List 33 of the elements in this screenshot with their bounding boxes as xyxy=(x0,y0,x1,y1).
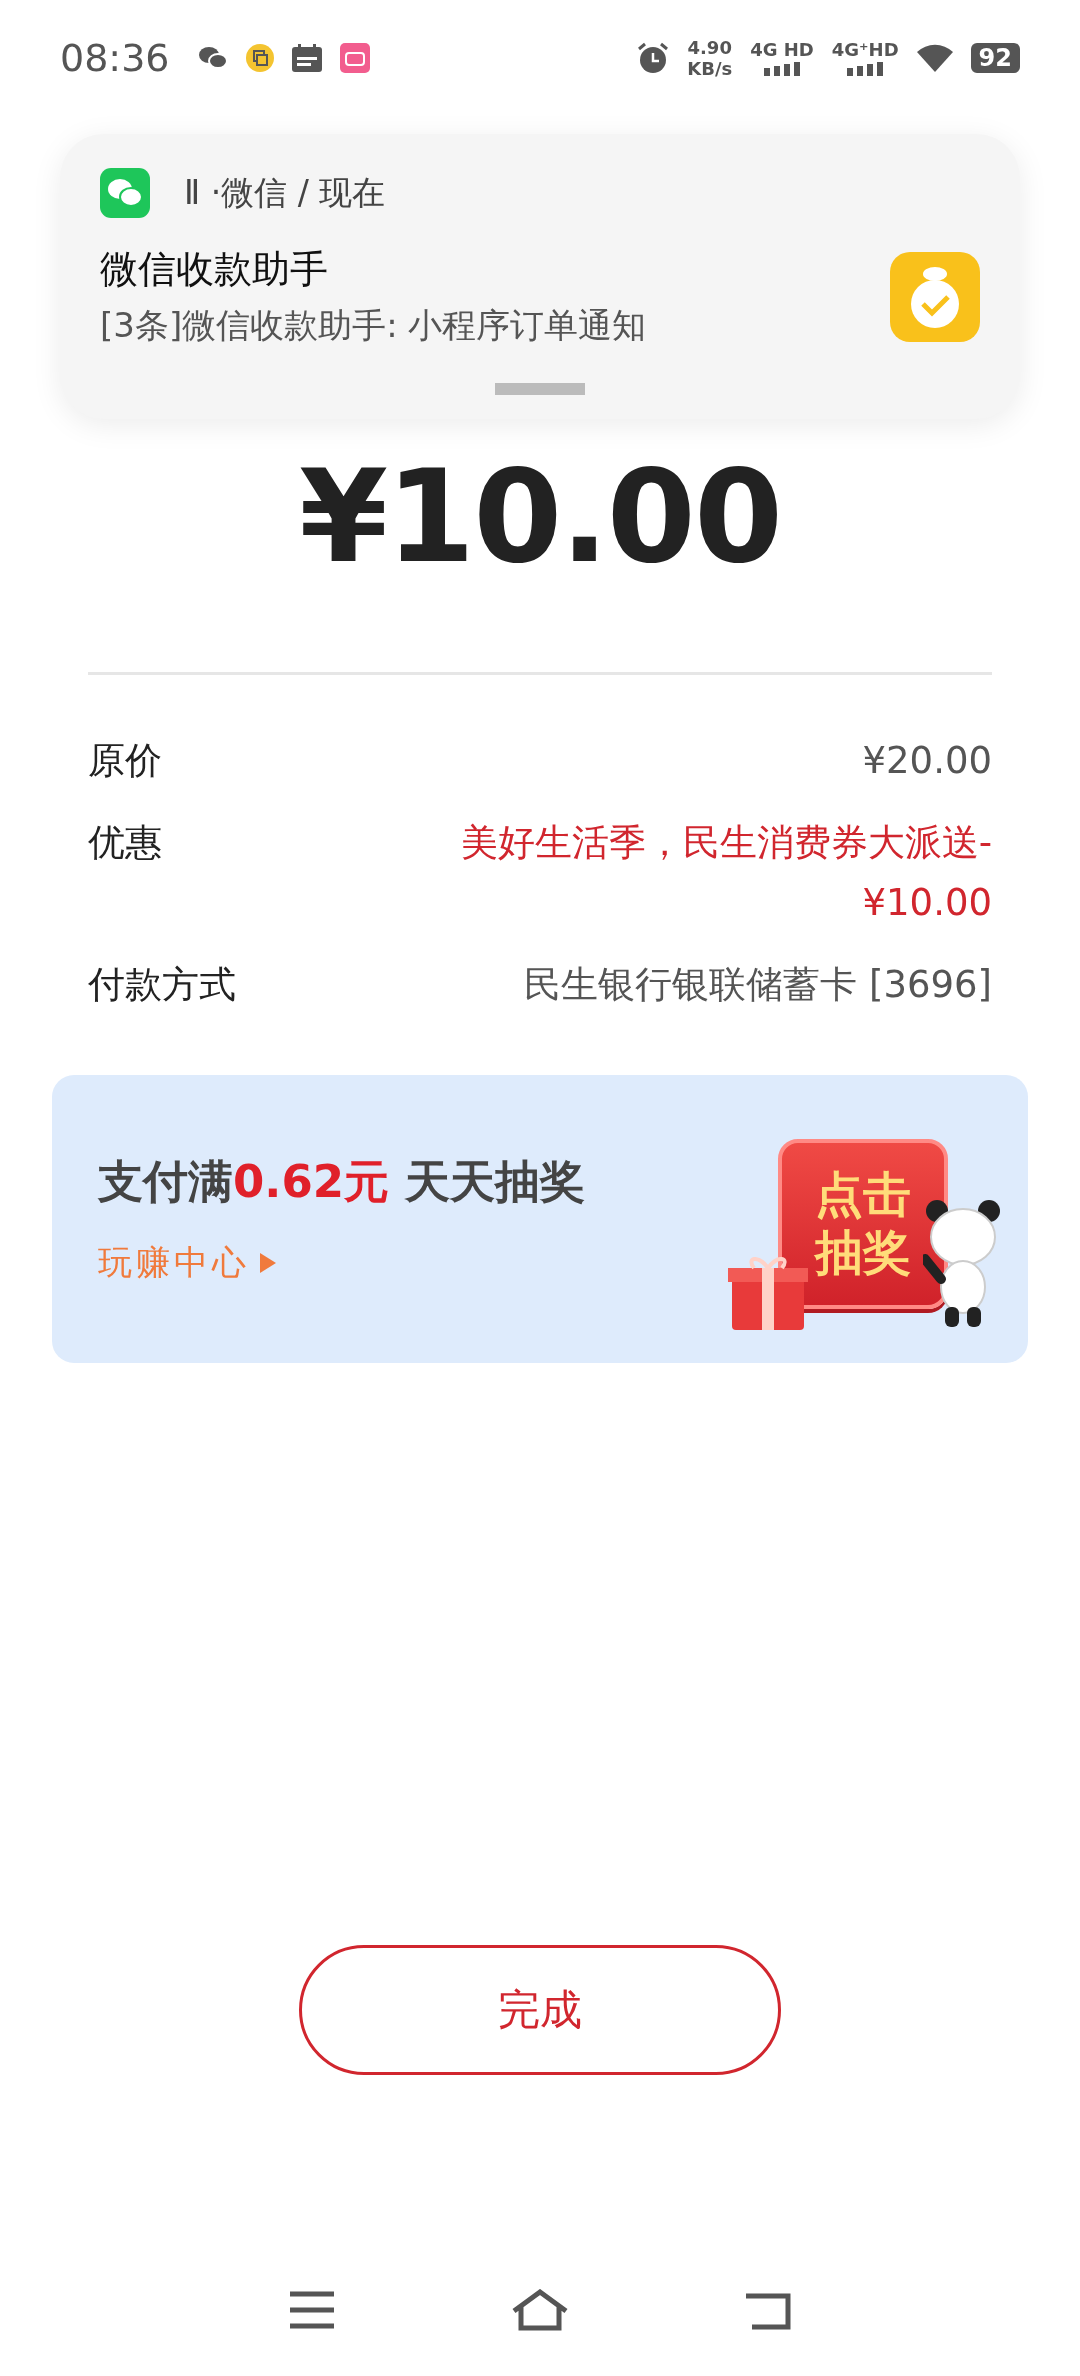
signal-icon xyxy=(847,61,884,76)
detail-value: ¥20.00 xyxy=(862,738,992,784)
detail-label: 付款方式 xyxy=(88,962,236,1008)
tv-app-icon xyxy=(339,43,370,73)
alarm-icon xyxy=(637,42,670,74)
gift-icon xyxy=(728,1254,808,1330)
notification-source: Ⅱ ·微信 / 现在 xyxy=(184,171,386,214)
payment-amount: ¥10.00 xyxy=(299,447,781,587)
detail-label: 优惠 xyxy=(88,820,162,866)
network-speed: 4.90 xyxy=(687,38,732,57)
detail-label: 原价 xyxy=(88,738,162,784)
clock-time: 08:36 xyxy=(60,36,170,80)
network-label: 4G HD xyxy=(750,40,814,59)
menu-icon[interactable] xyxy=(287,2291,336,2329)
home-icon[interactable] xyxy=(511,2289,569,2331)
done-button[interactable]: 完成 xyxy=(299,1945,781,2075)
chat-app-icon xyxy=(100,168,150,218)
calendar-icon xyxy=(291,44,322,72)
detail-value: 民生银行银联储蓄卡 [3696] xyxy=(524,962,992,1008)
drag-handle[interactable] xyxy=(495,383,585,395)
money-bag-icon xyxy=(890,251,980,342)
notification-card[interactable]: Ⅱ ·微信 / 现在 微信收款助手 [3条]微信收款助手: 小程序订单通知 xyxy=(60,134,1020,419)
triangle-right-icon xyxy=(260,1253,276,1273)
speed-unit: KB/s xyxy=(687,59,733,78)
wifi-icon xyxy=(916,44,953,72)
promo-headline: 支付满0.62元 天天抽奖 xyxy=(98,1154,586,1210)
network-label: 4G⁺HD xyxy=(831,40,899,59)
notification-title: 微信收款助手 xyxy=(100,246,329,293)
signal-icon xyxy=(764,61,800,76)
battery-level: 92 xyxy=(970,43,1020,73)
notification-text: [3条]微信收款助手: 小程序订单通知 xyxy=(100,304,648,347)
detail-value: 美好生活季，民生消费券大派送-¥10.00 xyxy=(459,820,992,926)
copy-icon xyxy=(245,44,274,72)
